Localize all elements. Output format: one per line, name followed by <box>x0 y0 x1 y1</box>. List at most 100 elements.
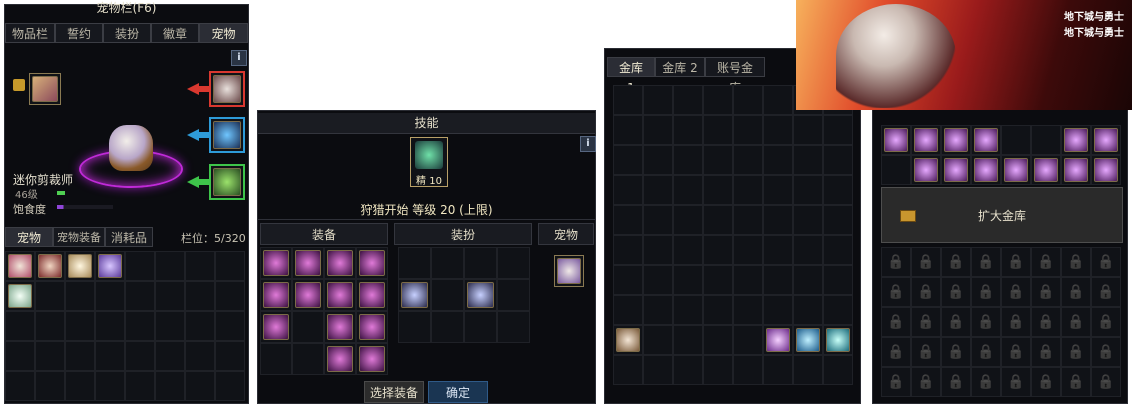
vault-slot[interactable] <box>733 295 763 325</box>
locked-slot[interactable]: 🔒 <box>911 367 941 397</box>
locked-slot[interactable]: 🔒 <box>881 307 911 337</box>
pet-slot[interactable] <box>185 371 215 401</box>
vault-slot[interactable] <box>643 145 673 175</box>
pet-slot[interactable] <box>5 311 35 341</box>
skill-icon-slot[interactable]: 精 10 <box>410 137 448 187</box>
pet-slot[interactable] <box>95 341 125 371</box>
vault-slot[interactable] <box>703 145 733 175</box>
vault-slot[interactable] <box>941 155 971 185</box>
vault-slot[interactable] <box>823 265 853 295</box>
select-equip-button[interactable]: 选择装备 <box>364 381 424 403</box>
pet-slot[interactable] <box>65 341 95 371</box>
vault-slot[interactable] <box>881 125 911 155</box>
pet-egg-slot[interactable] <box>29 73 61 105</box>
vault-slot[interactable] <box>823 205 853 235</box>
vault-slot[interactable] <box>971 155 1001 185</box>
vault-slot[interactable] <box>763 175 793 205</box>
pet-skill-slot-1[interactable] <box>209 71 245 107</box>
vault-slot[interactable] <box>673 325 703 355</box>
locked-slot[interactable]: 🔒 <box>971 307 1001 337</box>
vault-slot[interactable] <box>703 295 733 325</box>
vault-slot[interactable] <box>793 265 823 295</box>
locked-slot[interactable]: 🔒 <box>1001 337 1031 367</box>
locked-slot[interactable]: 🔒 <box>1031 367 1061 397</box>
pet-slot[interactable] <box>5 371 35 401</box>
pet-skill-slot-3[interactable] <box>209 164 245 200</box>
vault-slot[interactable] <box>733 355 763 385</box>
vault-slot[interactable] <box>793 325 823 355</box>
info-icon[interactable]: i <box>580 136 596 152</box>
vault-slot[interactable] <box>643 295 673 325</box>
tab-consumables[interactable]: 消耗品 <box>105 227 153 247</box>
locked-slot[interactable]: 🔒 <box>1061 367 1091 397</box>
tab-vault-1[interactable]: 金库 1 <box>607 57 655 95</box>
equip-slot[interactable] <box>292 247 324 279</box>
pet-slot[interactable] <box>215 251 245 281</box>
vault-slot[interactable] <box>703 265 733 295</box>
vault-slot[interactable] <box>703 355 733 385</box>
locked-slot[interactable]: 🔒 <box>941 247 971 277</box>
locked-slot[interactable]: 🔒 <box>1031 277 1061 307</box>
vault-slot[interactable] <box>703 115 733 145</box>
pet-slot[interactable] <box>125 341 155 371</box>
vault-slot[interactable] <box>673 355 703 385</box>
vault-slot[interactable] <box>823 355 853 385</box>
pet-slot[interactable] <box>65 251 95 281</box>
vault-slot[interactable] <box>673 205 703 235</box>
tab-account-vault[interactable]: 账号金库 <box>705 57 765 95</box>
locked-slot[interactable]: 🔒 <box>971 277 1001 307</box>
vault-slot[interactable] <box>793 355 823 385</box>
pet-slot[interactable] <box>95 311 125 341</box>
pet-slot[interactable] <box>35 311 65 341</box>
vault-slot[interactable] <box>673 295 703 325</box>
locked-slot[interactable]: 🔒 <box>911 247 941 277</box>
tab-badge[interactable]: 徽章 <box>151 23 199 43</box>
vault-slot[interactable] <box>613 145 643 175</box>
vault-slot[interactable] <box>613 235 643 265</box>
costume-slot[interactable] <box>464 311 497 343</box>
vault-slot[interactable] <box>971 125 1001 155</box>
equip-slot[interactable] <box>324 247 356 279</box>
tab-pet[interactable]: 宠物 <box>199 23 248 43</box>
equip-slot[interactable] <box>324 343 356 375</box>
vault-slot[interactable] <box>613 175 643 205</box>
locked-slot[interactable]: 🔒 <box>911 337 941 367</box>
vault-slot[interactable] <box>823 115 853 145</box>
pet-slot[interactable] <box>65 371 95 401</box>
vault-slot[interactable] <box>793 175 823 205</box>
equip-slot[interactable] <box>260 343 292 375</box>
equip-slot[interactable] <box>292 279 324 311</box>
vault-slot[interactable] <box>793 205 823 235</box>
costume-slot[interactable] <box>398 247 431 279</box>
costume-slot[interactable] <box>431 279 464 311</box>
tab-vault-2[interactable]: 金库 2 <box>655 57 705 77</box>
vault-slot[interactable] <box>823 295 853 325</box>
vault-slot[interactable] <box>733 85 763 115</box>
vault-slot[interactable] <box>1001 125 1031 155</box>
vault-slot[interactable] <box>703 175 733 205</box>
pet-slot[interactable] <box>185 281 215 311</box>
vault-slot[interactable] <box>911 155 941 185</box>
vault-slot[interactable] <box>763 295 793 325</box>
locked-slot[interactable]: 🔒 <box>971 247 1001 277</box>
vault-slot[interactable] <box>643 205 673 235</box>
vault-slot[interactable] <box>613 85 643 115</box>
vault-slot[interactable] <box>643 235 673 265</box>
vault-slot[interactable] <box>1061 125 1091 155</box>
locked-slot[interactable]: 🔒 <box>881 337 911 367</box>
pet-slot[interactable] <box>95 281 125 311</box>
vault-slot[interactable] <box>763 325 793 355</box>
vault-slot[interactable] <box>733 145 763 175</box>
equip-slot[interactable] <box>356 311 388 343</box>
pet-slot[interactable] <box>35 341 65 371</box>
pet-slot[interactable] <box>35 251 65 281</box>
locked-slot[interactable]: 🔒 <box>911 277 941 307</box>
vault-slot[interactable] <box>673 175 703 205</box>
locked-slot[interactable]: 🔒 <box>1001 277 1031 307</box>
equip-slot[interactable] <box>292 343 324 375</box>
locked-slot[interactable]: 🔒 <box>1031 307 1061 337</box>
vault-slot[interactable] <box>673 265 703 295</box>
locked-slot[interactable]: 🔒 <box>971 337 1001 367</box>
vault-slot[interactable] <box>613 205 643 235</box>
vault-slot[interactable] <box>703 325 733 355</box>
